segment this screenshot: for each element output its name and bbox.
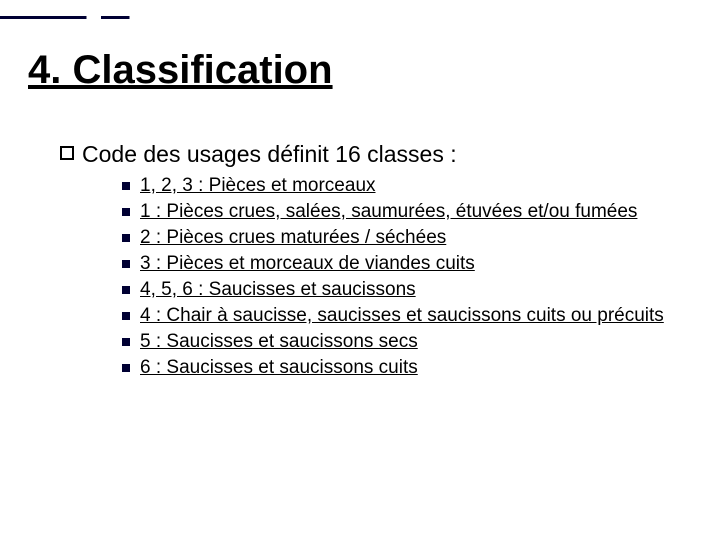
list-item: 3 : Pièces et morceaux de viandes cuits [122,252,690,276]
filled-square-icon [122,364,130,372]
level1-item: Code des usages définit 16 classes : [60,140,690,168]
list-item-text: 4, 5, 6 : Saucisses et saucissons [140,278,416,302]
filled-square-icon [122,260,130,268]
list-item-text: 6 : Saucisses et saucissons cuits [140,356,418,380]
level2-list: 1, 2, 3 : Pièces et morceaux 1 : Pièces … [122,174,690,380]
list-item: 5 : Saucisses et saucissons secs [122,330,690,354]
list-item-text: 1, 2, 3 : Pièces et morceaux [140,174,376,198]
filled-square-icon [122,286,130,294]
list-item-text: 4 : Chair à saucisse, saucisses et sauci… [140,304,664,328]
list-item: 6 : Saucisses et saucissons cuits [122,356,690,380]
level1-text: Code des usages définit 16 classes : [82,140,457,168]
filled-square-icon [122,208,130,216]
filled-square-icon [122,312,130,320]
top-accent-line [0,16,720,19]
filled-square-icon [122,338,130,346]
filled-square-icon [122,182,130,190]
list-item: 1 : Pièces crues, salées, saumurées, étu… [122,200,690,224]
list-item: 4, 5, 6 : Saucisses et saucissons [122,278,690,302]
list-item-text: 3 : Pièces et morceaux de viandes cuits [140,252,475,276]
hollow-square-icon [60,146,74,160]
list-item-text: 1 : Pièces crues, salées, saumurées, étu… [140,200,637,224]
list-item-text: 5 : Saucisses et saucissons secs [140,330,418,354]
list-item: 2 : Pièces crues maturées / séchées [122,226,690,250]
slide-body: Code des usages définit 16 classes : 1, … [60,140,690,382]
slide: 4. Classification Code des usages défini… [0,0,720,540]
slide-title: 4. Classification [28,48,333,93]
list-item: 1, 2, 3 : Pièces et morceaux [122,174,690,198]
filled-square-icon [122,234,130,242]
list-item: 4 : Chair à saucisse, saucisses et sauci… [122,304,690,328]
list-item-text: 2 : Pièces crues maturées / séchées [140,226,446,250]
